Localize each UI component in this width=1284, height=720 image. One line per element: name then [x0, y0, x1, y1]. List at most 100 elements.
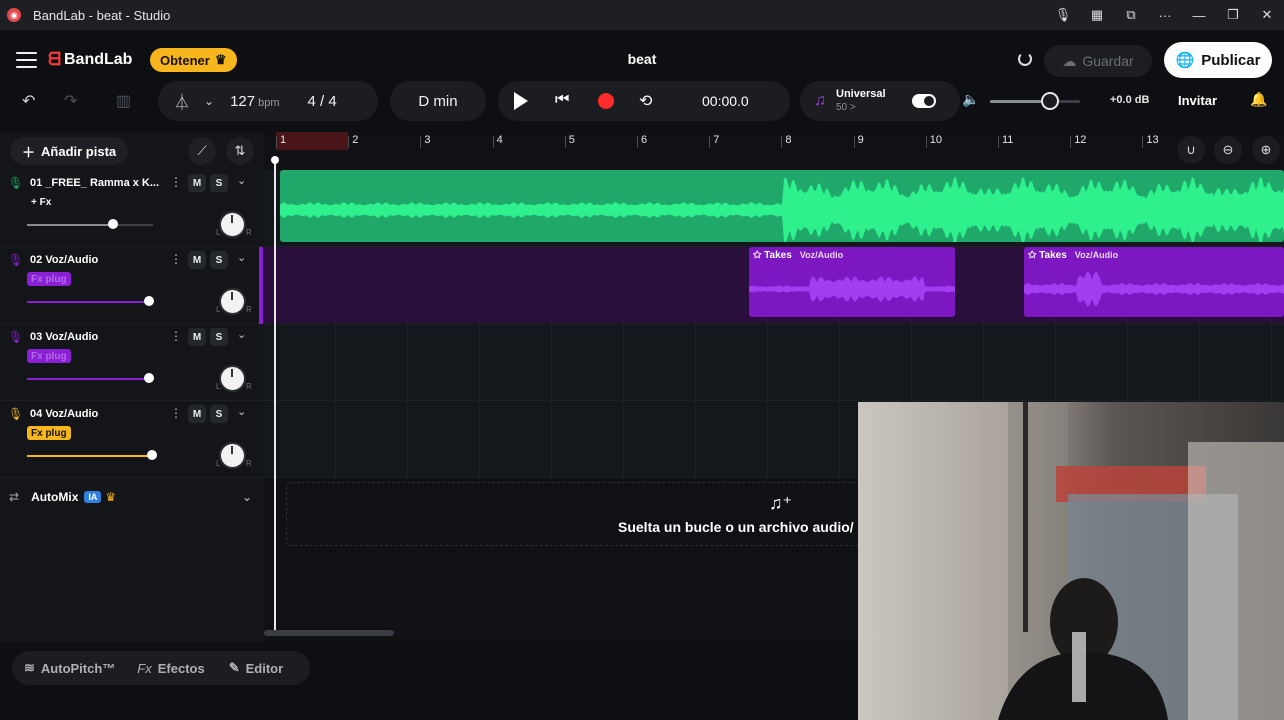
record-icon[interactable]: [598, 93, 614, 109]
track-row[interactable]: 🎙 03 Voz/Audio ⋮ M S ⌄ Fx plug L R: [0, 324, 264, 401]
plus-icon: ＋: [22, 144, 36, 160]
mic-icon[interactable]: 🎙: [8, 253, 23, 267]
project-title[interactable]: beat: [600, 51, 684, 67]
bar-tick: [781, 136, 783, 148]
pan-knob[interactable]: [221, 444, 244, 467]
audio-clip-take-2[interactable]: ✩ Takes Voz/Audio: [1024, 247, 1284, 317]
loop-region[interactable]: [276, 132, 348, 150]
instrument-selector[interactable]: Universal 50 >: [836, 88, 886, 114]
fx-tag[interactable]: Fx plug: [27, 349, 71, 363]
autopitch-tab[interactable]: ≋ AutoPitch™: [24, 660, 115, 676]
instrument-toggle[interactable]: [911, 94, 936, 108]
drop-zone[interactable]: ♫⁺ Suelta un bucle o un archivo audio/: [286, 482, 886, 546]
chevron-down-icon[interactable]: ⌄: [237, 251, 246, 264]
track-row[interactable]: 🎙 04 Voz/Audio ⋮ M S ⌄ Fx plug L R: [0, 401, 264, 478]
speaker-icon[interactable]: 🔈: [962, 91, 979, 108]
minimize-icon[interactable]: —: [1182, 8, 1216, 23]
mic-icon[interactable]: 🎙: [8, 176, 23, 190]
key-selector[interactable]: D min: [390, 81, 486, 121]
tempo-value[interactable]: 127 bpm: [230, 93, 279, 110]
invitar-button[interactable]: Invitar: [1178, 93, 1217, 108]
gain-value: +0.0 dB: [1110, 94, 1150, 106]
playhead[interactable]: [271, 156, 279, 634]
solo-button[interactable]: S: [210, 174, 228, 192]
track-volume-knob[interactable]: [107, 219, 118, 229]
mic-icon[interactable]: 🎙: [8, 330, 23, 344]
play-icon[interactable]: [514, 92, 528, 110]
audio-clip-beat[interactable]: [280, 170, 1284, 242]
track-volume-slider[interactable]: [27, 378, 153, 380]
efectos-tab[interactable]: Fx Efectos: [137, 661, 204, 676]
mic-icon[interactable]: 🎙: [1046, 7, 1080, 23]
redo-icon[interactable]: ↷: [64, 91, 77, 111]
tracks-toggle-icon[interactable]: ⇅: [226, 137, 254, 165]
magnet-icon[interactable]: ∪: [1177, 136, 1205, 164]
piano-icon[interactable]: ▥: [116, 91, 131, 111]
guardar-button[interactable]: ☁ Guardar: [1044, 45, 1152, 77]
publicar-button[interactable]: 🌐 Publicar: [1164, 42, 1272, 78]
undo-icon[interactable]: ↶: [22, 91, 35, 111]
track-lane-3[interactable]: [264, 324, 1284, 401]
maximize-icon[interactable]: ❐: [1216, 7, 1250, 23]
metronome-icon[interactable]: ⏃: [174, 89, 190, 113]
track-volume-slider[interactable]: [27, 455, 153, 457]
bar-number: 11: [1002, 134, 1014, 146]
chevron-down-icon[interactable]: ⌄: [242, 490, 252, 504]
wand-icon[interactable]: ⟋: [188, 137, 216, 165]
track-volume-slider[interactable]: [27, 301, 153, 303]
chevron-down-icon[interactable]: ⌄: [237, 174, 246, 187]
pan-knob[interactable]: [221, 290, 244, 313]
master-volume-knob[interactable]: [1041, 92, 1059, 110]
mute-button[interactable]: M: [188, 251, 206, 269]
track-name[interactable]: 02 Voz/Audio: [30, 254, 98, 266]
master-volume-slider[interactable]: [990, 100, 1080, 103]
track-volume-knob[interactable]: [144, 296, 155, 306]
chevron-down-icon[interactable]: ⌄: [237, 328, 246, 341]
obtener-button[interactable]: Obtener ♛: [150, 48, 237, 72]
track-volume-knob[interactable]: [144, 373, 155, 383]
fx-tag[interactable]: Fx plug: [27, 272, 71, 286]
bandlab-logo[interactable]: ᗺ BandLab: [48, 49, 132, 70]
chevron-down-icon[interactable]: ⌄: [237, 405, 246, 418]
track-name[interactable]: 04 Voz/Audio: [30, 408, 98, 420]
time-signature[interactable]: 4 / 4: [308, 93, 337, 110]
kebab-menu-icon[interactable]: ⋮: [170, 329, 182, 343]
bell-icon[interactable]: 🔔: [1250, 91, 1267, 108]
chevron-down-icon[interactable]: ⌄: [204, 94, 214, 108]
automix-row[interactable]: ⇄ AutoMix IA ♛ ⌄: [0, 486, 264, 508]
pan-knob[interactable]: [221, 367, 244, 390]
pan-knob[interactable]: [221, 213, 244, 236]
fx-tag[interactable]: + Fx: [27, 195, 55, 209]
close-icon[interactable]: ✕: [1250, 7, 1284, 23]
track-row[interactable]: 🎙 01 _FREE_ Ramma x K... ⋮ M S ⌄ + Fx L R: [0, 170, 264, 247]
bar-ruler[interactable]: 1 2 3 4 5 6 7 8 9 10 11 12 13 ∪ ⊖ ⊕: [264, 132, 1284, 164]
track-name[interactable]: 03 Voz/Audio: [30, 331, 98, 343]
mute-button[interactable]: M: [188, 328, 206, 346]
solo-button[interactable]: S: [210, 251, 228, 269]
battery-icon[interactable]: ▦: [1080, 7, 1114, 23]
solo-button[interactable]: S: [210, 328, 228, 346]
add-track-button[interactable]: ＋ Añadir pista: [10, 137, 129, 165]
more-icon[interactable]: ···: [1148, 8, 1182, 23]
menu-icon[interactable]: [16, 52, 37, 68]
kebab-menu-icon[interactable]: ⋮: [170, 175, 182, 189]
kebab-menu-icon[interactable]: ⋮: [170, 252, 182, 266]
mute-button[interactable]: M: [188, 405, 206, 423]
track-row[interactable]: 🎙 02 Voz/Audio ⋮ M S ⌄ Fx plug L R: [0, 247, 264, 324]
screen-icon[interactable]: ⧉: [1114, 7, 1148, 23]
audio-clip-take-1[interactable]: ✩ Takes Voz/Audio: [749, 247, 955, 317]
horizontal-scrollbar[interactable]: [264, 630, 394, 636]
editor-tab[interactable]: ✎ Editor: [229, 660, 283, 676]
zoom-out-icon[interactable]: ⊖: [1214, 136, 1242, 164]
zoom-in-icon[interactable]: ⊕: [1252, 136, 1280, 164]
loop-icon[interactable]: ⟲: [639, 91, 652, 111]
track-name[interactable]: 01 _FREE_ Ramma x K...: [30, 177, 159, 189]
track-volume-knob[interactable]: [146, 450, 157, 460]
kebab-menu-icon[interactable]: ⋮: [170, 406, 182, 420]
solo-button[interactable]: S: [210, 405, 228, 423]
fx-tag[interactable]: Fx plug: [27, 426, 71, 440]
mute-button[interactable]: M: [188, 174, 206, 192]
skip-back-icon[interactable]: ⏮: [555, 91, 569, 109]
track-volume-slider[interactable]: [27, 224, 153, 226]
mic-icon[interactable]: 🎙: [8, 407, 23, 421]
